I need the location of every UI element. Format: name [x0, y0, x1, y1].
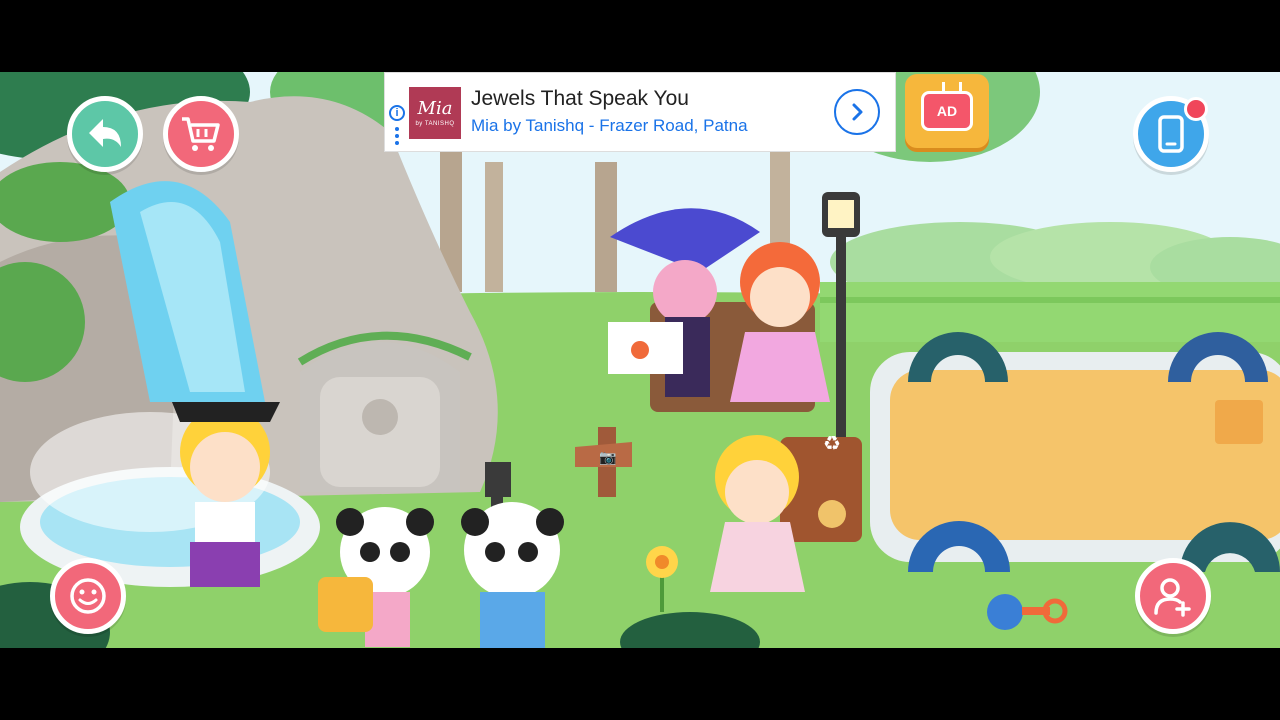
ad-logo-subtext: by TANISHQ: [415, 120, 455, 127]
letterbox-bottom: [0, 648, 1280, 720]
add-user-icon: [1154, 578, 1191, 617]
ad-open-button[interactable]: [834, 89, 880, 135]
back-button[interactable]: [67, 96, 143, 172]
tv-icon: AD: [921, 82, 973, 131]
ad-title[interactable]: Jewels That Speak You: [471, 87, 689, 111]
shop-cart-button[interactable]: [163, 96, 239, 172]
letterbox-top: [0, 0, 1280, 72]
add-character-button[interactable]: [1135, 558, 1211, 634]
ad-logo-text: Mia: [417, 97, 453, 119]
phone-button[interactable]: [1133, 96, 1209, 172]
ad-info-icon[interactable]: i: [389, 105, 405, 121]
emote-button[interactable]: [50, 558, 126, 634]
ad-banner[interactable]: i Mia by TANISHQ Jewels That Speak You M…: [384, 72, 896, 152]
ad-tv-label: AD: [936, 103, 958, 119]
ad-options-icon[interactable]: [395, 127, 399, 148]
phone-icon: [1158, 115, 1184, 153]
ad-subtitle[interactable]: Mia by Tanishq - Frazer Road, Patna: [471, 116, 748, 136]
recycle-bin[interactable]: ♻: [815, 427, 850, 462]
signpost-camera[interactable]: 📷: [585, 442, 635, 502]
camera-sign-icon: 📷: [599, 450, 617, 466]
ad-brand-logo[interactable]: Mia by TANISHQ: [409, 87, 461, 139]
shopping-cart-icon: [182, 117, 220, 151]
recycle-icon: ♻: [823, 431, 841, 455]
back-arrow-icon: [89, 119, 121, 147]
ad-tv-button[interactable]: AD: [905, 74, 989, 148]
notification-dot: [1184, 97, 1208, 121]
chevron-right-icon: [852, 103, 863, 121]
smile-face-icon: [70, 578, 106, 614]
